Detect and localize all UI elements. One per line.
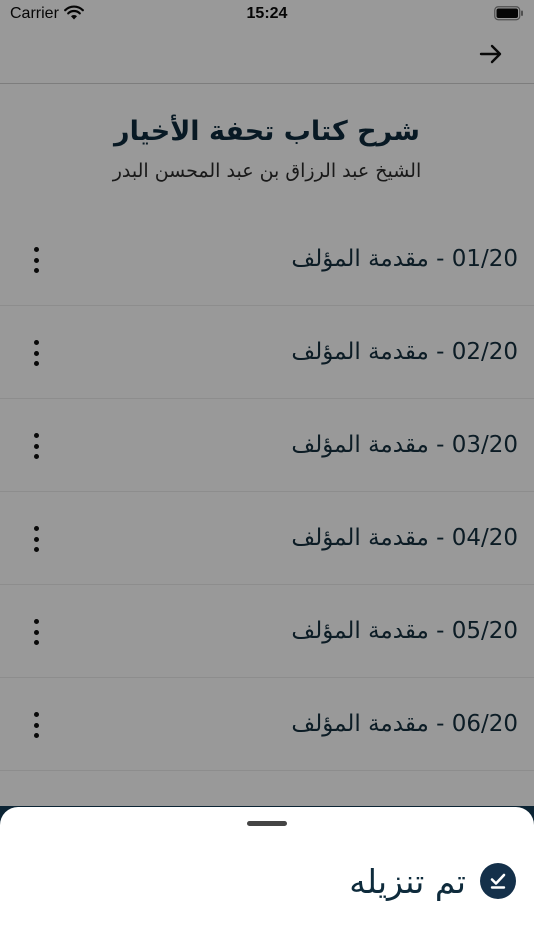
app-screen: Carrier 15:24 شرح كتاب تحفة الأخيار الشي… <box>0 0 534 950</box>
download-done-icon <box>480 863 516 899</box>
downloaded-label: تم تنزيله <box>349 861 466 901</box>
downloaded-action[interactable]: تم تنزيله <box>349 853 516 909</box>
bottom-sheet: تم تنزيله <box>0 807 534 950</box>
sheet-drag-handle[interactable] <box>247 821 287 826</box>
